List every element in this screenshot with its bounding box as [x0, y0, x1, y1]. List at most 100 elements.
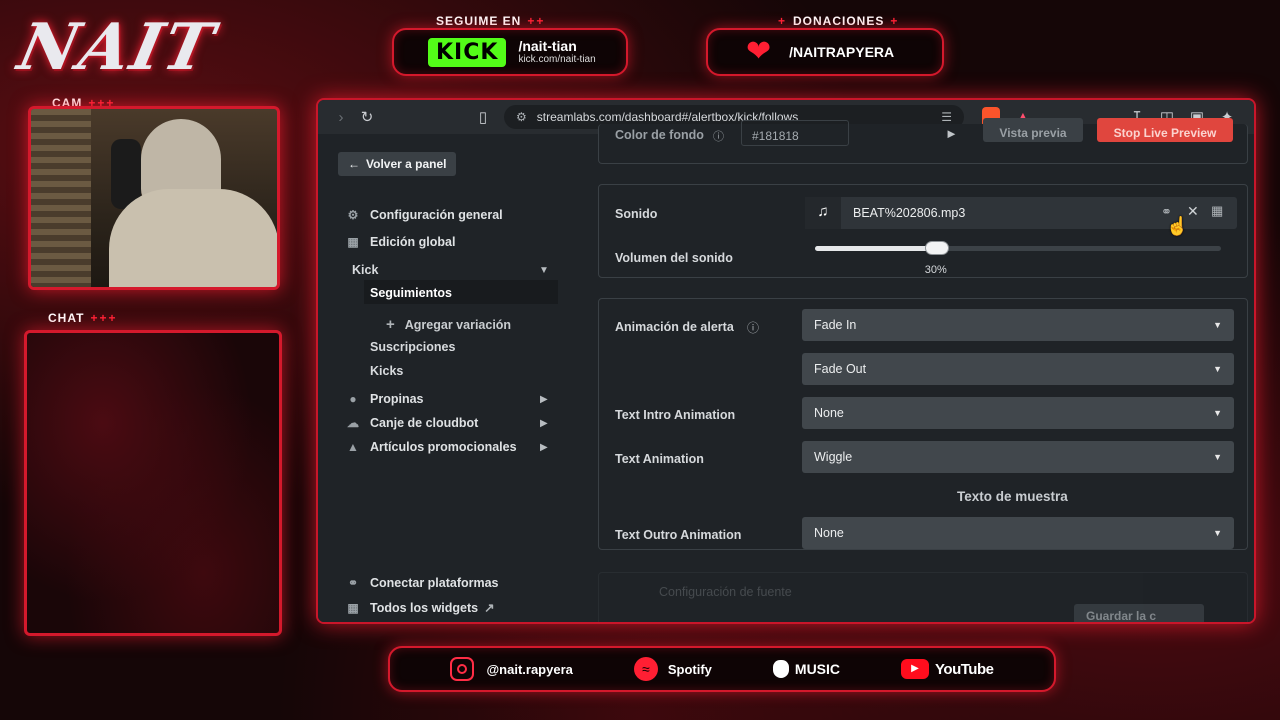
- youtube-play-icon: ▶: [901, 659, 930, 679]
- add-variation-button[interactable]: + Agregar variación: [386, 316, 511, 333]
- instagram-link[interactable]: @nait.rapyera: [450, 657, 573, 681]
- caret-down-icon: ▼: [1213, 452, 1222, 462]
- kick-pill: KICK /nait-tian kick.com/nait-tian: [392, 28, 628, 76]
- spotify-icon: ≈: [633, 657, 658, 681]
- bg-color-value: #181818: [752, 129, 799, 143]
- chevron-down-icon[interactable]: ▼: [539, 265, 549, 276]
- connect-label: Conectar plataformas: [370, 576, 499, 590]
- stop-live-preview-button[interactable]: Stop Live Preview: [1097, 118, 1233, 142]
- caret-down-icon: ▼: [1213, 528, 1222, 538]
- caret-down-icon: ▼: [1213, 364, 1222, 374]
- sidebar-item-follows-active[interactable]: Seguimientos: [364, 280, 558, 304]
- save-settings-button[interactable]: Guardar la c: [1074, 604, 1204, 622]
- bg-color-label: Color de fondo: [615, 128, 704, 142]
- follow-title-text: SEGUIME EN: [436, 14, 522, 28]
- sidebar-item-cloudbot[interactable]: ☁ Canje de cloudbot: [344, 416, 478, 430]
- library-icon[interactable]: ▦: [1211, 203, 1223, 219]
- connect-platforms-link[interactable]: ⚭ Conectar plataformas: [344, 576, 499, 590]
- bg-color-input[interactable]: #181818: [741, 120, 849, 146]
- info-icon[interactable]: ⓘ: [713, 128, 724, 144]
- sound-label: Sonido: [615, 207, 658, 221]
- caret-down-icon: ▼: [1213, 408, 1222, 418]
- back-label: Volver a panel: [366, 157, 447, 171]
- alert-out-animation-select[interactable]: Fade Out ▼: [802, 353, 1234, 385]
- preview-button[interactable]: Vista previa: [983, 118, 1083, 142]
- sidebar-item-general-settings[interactable]: ⚙ Configuración general: [344, 208, 503, 222]
- instagram-handle: @nait.rapyera: [486, 661, 573, 677]
- volume-slider[interactable]: [815, 241, 1221, 255]
- mouse-cursor: ☝: [1166, 216, 1189, 236]
- chat-plus: +++: [90, 311, 118, 325]
- donation-pill: ❤ /NAITRAPYERA: [706, 28, 944, 76]
- reload-icon[interactable]: ↻: [354, 108, 380, 126]
- apple-icon: [772, 660, 789, 678]
- widgets-label: Todos los widgets: [370, 600, 479, 615]
- spotify-label: Spotify: [667, 661, 712, 677]
- donation-handle: /NAITRAPYERA: [789, 44, 895, 60]
- sidebar-item-tips[interactable]: ● Propinas: [344, 392, 424, 406]
- text-intro-animation-select[interactable]: None ▼: [802, 397, 1234, 429]
- social-bar: @nait.rapyera ≈ Spotify MUSIC ▶ YouTube: [388, 646, 1056, 692]
- volume-slider-handle[interactable]: [924, 241, 949, 255]
- chevron-right-icon[interactable]: ▶: [540, 442, 548, 453]
- text-intro-label: Text Intro Animation: [615, 408, 736, 422]
- music-note-icon: ♫: [805, 197, 841, 229]
- text-outro-label: Text Outro Animation: [615, 528, 742, 542]
- info-icon[interactable]: ⓘ: [747, 319, 759, 336]
- kick-logo: KICK: [428, 37, 507, 67]
- background-color-panel: Color de fondo ⓘ #181818 ► Vista previa …: [598, 118, 1248, 164]
- sidebar-item-label: Artículos promocionales: [370, 440, 517, 454]
- select-value: None: [814, 526, 844, 540]
- chevron-right-icon[interactable]: ▶: [540, 394, 548, 405]
- chat-label: CHAT +++: [48, 311, 117, 325]
- person-body: [109, 189, 277, 287]
- text-animation-select[interactable]: Wiggle ▼: [802, 441, 1234, 473]
- follow-title-plus: ++: [527, 14, 546, 28]
- chevron-right-icon[interactable]: ▶: [540, 418, 548, 429]
- back-to-panel-button[interactable]: ← Volver a panel: [338, 152, 457, 176]
- external-link-icon: ↗: [484, 601, 495, 615]
- music-label: MUSIC: [794, 661, 841, 677]
- sidebar-item-merch[interactable]: ▲ Artículos promocionales: [344, 440, 517, 454]
- shirt-icon: ▲: [347, 440, 359, 454]
- browser-window: › ↻ ▯ ⚙ streamlabs.com/dashboard#/alertb…: [316, 98, 1256, 624]
- animation-panel: Animación de alerta ⓘ Fade In ▼ Fade Out ▼…: [598, 298, 1248, 550]
- sidebar-item-label: Canje de cloudbot: [370, 416, 479, 430]
- donations-title: + DONACIONES +: [778, 14, 900, 28]
- translate-icon[interactable]: ☰: [941, 110, 952, 124]
- add-variation-label: Agregar variación: [404, 318, 512, 332]
- volume-label: Volumen del sonido: [615, 251, 733, 265]
- sidebar-item-global-edit[interactable]: ▦ Edición global: [344, 235, 455, 249]
- sidebar-item-label: Seguimientos: [370, 286, 452, 300]
- site-settings-icon[interactable]: ⚙: [516, 110, 527, 124]
- close-icon[interactable]: ✕: [1187, 203, 1199, 220]
- kick-url: kick.com/nait-tian: [518, 54, 596, 66]
- youtube-link[interactable]: ▶ YouTube: [901, 659, 994, 679]
- widgets-icon: ▦: [347, 600, 359, 615]
- forward-icon[interactable]: ›: [328, 109, 354, 126]
- bookmark-icon[interactable]: ▯: [470, 108, 496, 126]
- spotify-link[interactable]: ≈ Spotify: [633, 657, 712, 681]
- apple-music-link[interactable]: MUSIC: [772, 660, 841, 678]
- text-outro-animation-select[interactable]: None ▼: [802, 517, 1234, 549]
- caret-down-icon: ▼: [1213, 320, 1222, 330]
- megaphone-icon: ►: [945, 126, 958, 141]
- gear-icon: ⚙: [347, 208, 359, 222]
- sound-file-name: BEAT%202806.mp3: [853, 206, 966, 220]
- chat-box: [24, 330, 282, 636]
- cloud-icon: ☁: [347, 416, 359, 430]
- all-widgets-link[interactable]: ▦ Todos los widgets ↗: [344, 600, 495, 616]
- select-value: Fade In: [814, 318, 857, 332]
- nait-logo: NAIT: [12, 10, 222, 85]
- sidebar-item-kicks[interactable]: Kicks: [370, 364, 403, 378]
- sidebar-item-subscriptions[interactable]: Suscripciones: [370, 340, 455, 354]
- sidebar-item-label: Propinas: [370, 392, 424, 406]
- tip-icon: ●: [349, 392, 357, 406]
- page-content: ← Volver a panel ⚙ Configuración general…: [318, 118, 1254, 622]
- select-value: None: [814, 406, 844, 420]
- sidebar-item-kick[interactable]: Kick: [352, 263, 378, 277]
- alert-in-animation-select[interactable]: Fade In ▼: [802, 309, 1234, 341]
- kick-handle: /nait-tian: [518, 37, 577, 54]
- font-settings-label[interactable]: Configuración de fuente: [659, 585, 792, 599]
- link-icon: ⚭: [347, 576, 359, 590]
